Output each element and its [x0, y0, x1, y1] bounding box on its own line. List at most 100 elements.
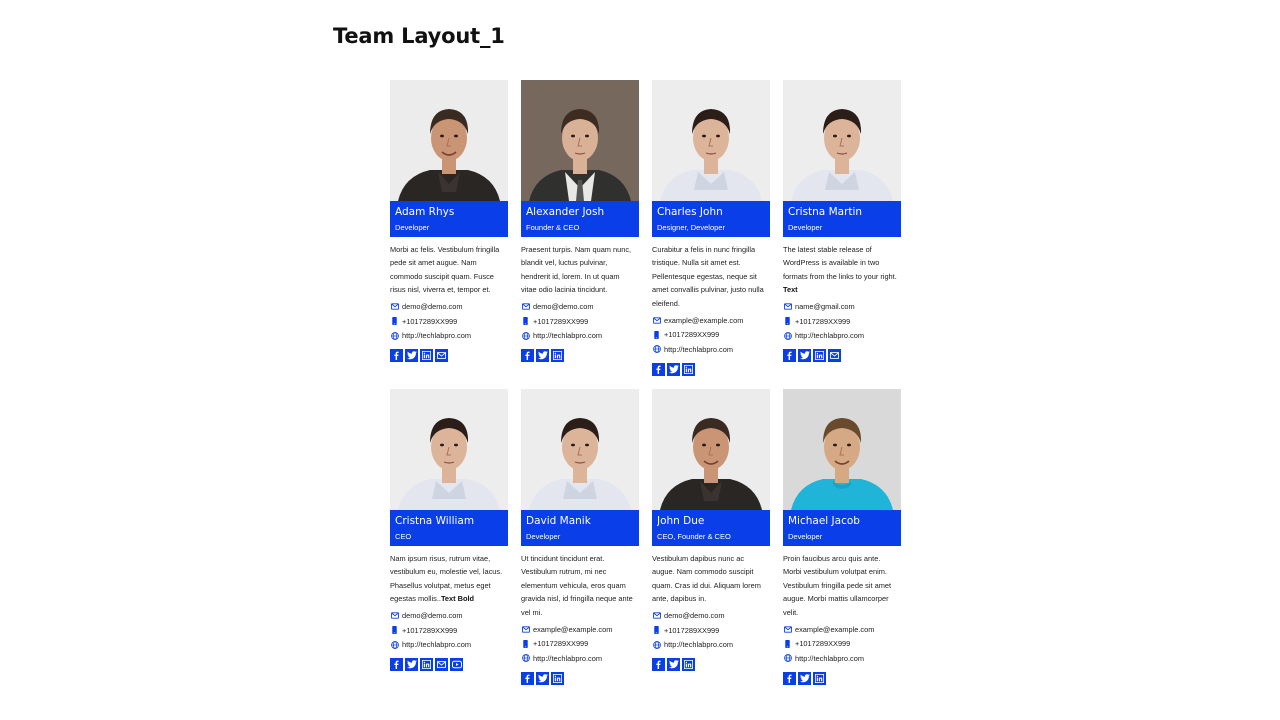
social-link-mail[interactable]	[435, 658, 448, 672]
social-link-facebook[interactable]	[783, 349, 796, 363]
member-role: CEO	[395, 532, 412, 541]
member-name[interactable]: John Due	[657, 514, 765, 528]
member-name[interactable]: Cristna Martin	[788, 205, 896, 219]
social-link-twitter[interactable]	[536, 671, 549, 685]
contact-email[interactable]: example@example.com	[783, 622, 901, 637]
contact-email[interactable]: example@example.com	[652, 313, 770, 328]
contact-website[interactable]: http://techlabpro.com	[390, 638, 508, 653]
member-name[interactable]: David Manik	[526, 514, 634, 528]
globe-icon	[521, 654, 530, 663]
member-photo	[783, 80, 901, 201]
social-link-linkedin[interactable]	[813, 349, 826, 363]
globe-icon	[783, 654, 792, 663]
social-link-linkedin[interactable]	[551, 671, 564, 685]
social-link-linkedin[interactable]	[551, 349, 564, 363]
social-link-facebook[interactable]	[783, 671, 796, 685]
email-text[interactable]: demo@demo.com	[402, 302, 463, 311]
social-link-facebook[interactable]	[652, 658, 665, 672]
social-link-twitter[interactable]	[798, 671, 811, 685]
member-bio: Curabitur a felis in nunc fringilla tris…	[652, 243, 770, 310]
contact-website[interactable]: http://techlabpro.com	[390, 329, 508, 344]
contact-email[interactable]: demo@demo.com	[652, 609, 770, 624]
website-text[interactable]: http://techlabpro.com	[664, 640, 733, 649]
social-link-twitter[interactable]	[667, 362, 680, 376]
contact-email[interactable]: name@gmail.com	[783, 300, 901, 315]
twitter-icon	[406, 351, 417, 360]
social-link-twitter[interactable]	[536, 349, 549, 363]
facebook-icon	[785, 674, 794, 683]
linkedin-icon	[422, 351, 431, 361]
social-link-facebook[interactable]	[390, 349, 403, 363]
email-text[interactable]: demo@demo.com	[664, 611, 725, 620]
member-role: Developer	[395, 223, 430, 232]
social-link-twitter[interactable]	[405, 349, 418, 363]
member-photo	[521, 80, 639, 201]
member-name-box: David Manik Developer	[521, 510, 639, 546]
team-member-card: David Manik Developer Ut tincidunt tincidu…	[521, 389, 639, 685]
email-text[interactable]: name@gmail.com	[795, 302, 855, 311]
social-links	[390, 349, 508, 363]
email-text[interactable]: demo@demo.com	[402, 611, 463, 620]
member-contact: demo@demo.com +1017289XX999 http://techlab…	[390, 609, 508, 653]
facebook-icon	[785, 351, 794, 361]
social-link-mail[interactable]	[828, 349, 841, 363]
website-text[interactable]: http://techlabpro.com	[533, 331, 602, 340]
twitter-icon	[668, 364, 679, 374]
contact-email[interactable]: example@example.com	[521, 622, 639, 637]
social-link-facebook[interactable]	[521, 671, 534, 685]
website-text[interactable]: http://techlabpro.com	[795, 331, 864, 340]
facebook-icon	[654, 365, 663, 374]
social-link-facebook[interactable]	[521, 349, 534, 363]
contact-website[interactable]: http://techlabpro.com	[783, 329, 901, 344]
contact-website[interactable]: http://techlabpro.com	[652, 638, 770, 653]
team-member-card: Charles John Designer, Developer Curabitur…	[652, 80, 770, 376]
phone-icon	[390, 626, 399, 635]
member-name[interactable]: Michael Jacob	[788, 514, 896, 528]
email-text[interactable]: example@example.com	[664, 316, 743, 325]
contact-email[interactable]: demo@demo.com	[390, 609, 508, 624]
social-link-mail[interactable]	[435, 349, 448, 363]
website-text[interactable]: http://techlabpro.com	[795, 654, 864, 663]
contact-email[interactable]: demo@demo.com	[521, 300, 639, 315]
phone-icon	[521, 317, 530, 326]
social-link-twitter[interactable]	[798, 349, 811, 363]
social-link-linkedin[interactable]	[813, 671, 826, 685]
phone-text: +1017289XX999	[533, 316, 589, 326]
social-link-linkedin[interactable]	[420, 349, 433, 363]
social-link-twitter[interactable]	[667, 658, 680, 672]
social-link-facebook[interactable]	[652, 362, 665, 376]
social-link-linkedin[interactable]	[682, 658, 695, 672]
social-link-youtube[interactable]	[450, 658, 463, 672]
phone-text: +1017289XX999	[795, 316, 851, 326]
website-text[interactable]: http://techlabpro.com	[664, 345, 733, 354]
email-text[interactable]: demo@demo.com	[533, 302, 594, 311]
social-link-linkedin[interactable]	[682, 362, 695, 376]
contact-website[interactable]: http://techlabpro.com	[652, 342, 770, 357]
youtube-icon	[451, 660, 462, 669]
website-text[interactable]: http://techlabpro.com	[533, 654, 602, 663]
phone-text: +1017289XX999	[795, 639, 851, 649]
website-text[interactable]: http://techlabpro.com	[402, 640, 471, 649]
email-text[interactable]: example@example.com	[533, 625, 612, 634]
contact-email[interactable]: demo@demo.com	[390, 300, 508, 315]
social-links	[521, 349, 639, 363]
contact-website[interactable]: http://techlabpro.com	[521, 651, 639, 666]
member-contact: example@example.com +1017289XX999 http://t…	[652, 313, 770, 357]
website-text[interactable]: http://techlabpro.com	[402, 331, 471, 340]
member-name[interactable]: Adam Rhys	[395, 205, 503, 219]
social-link-linkedin[interactable]	[420, 658, 433, 672]
globe-icon	[521, 331, 530, 340]
globe-icon	[390, 331, 399, 340]
social-link-twitter[interactable]	[405, 658, 418, 672]
email-text[interactable]: example@example.com	[795, 625, 874, 634]
member-name[interactable]: Alexander Josh	[526, 205, 634, 219]
contact-website[interactable]: http://techlabpro.com	[521, 329, 639, 344]
contact-website[interactable]: http://techlabpro.com	[783, 651, 901, 666]
social-link-facebook[interactable]	[390, 658, 403, 672]
linkedin-icon	[684, 660, 693, 670]
linkedin-icon	[815, 673, 824, 683]
member-name[interactable]: Charles John	[657, 205, 765, 219]
member-name[interactable]: Cristna William	[395, 514, 503, 528]
member-photo	[390, 389, 508, 510]
phone-icon	[390, 317, 399, 326]
